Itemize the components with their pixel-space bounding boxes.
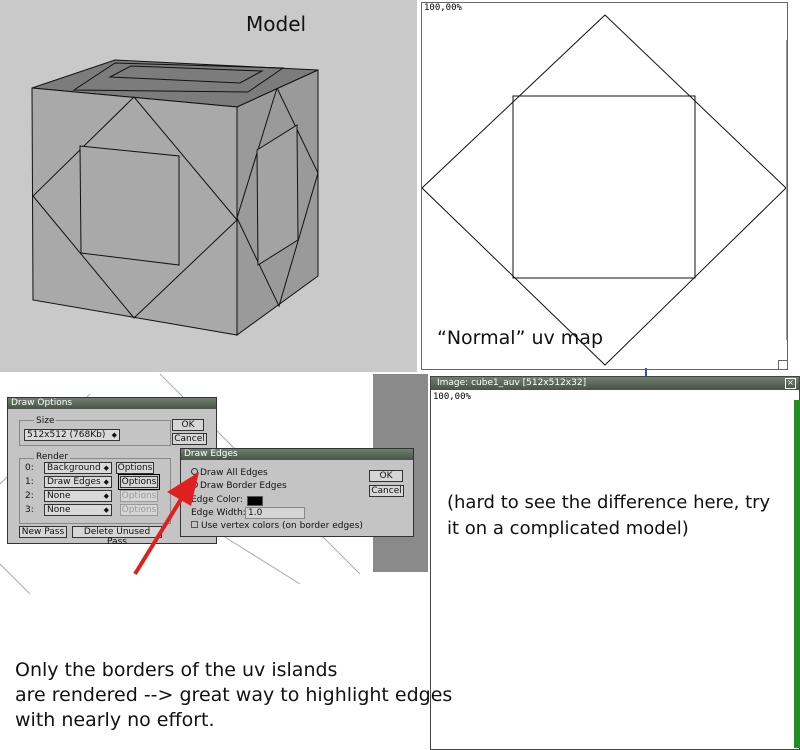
uv-map-viewport[interactable]: 100,00%	[421, 2, 788, 370]
dropdown-arrow-icon: ◆	[103, 478, 109, 486]
pass-index-2: 2:	[25, 491, 34, 501]
window-edge	[786, 40, 800, 340]
bottom-note-line-3: with nearly no effort.	[15, 709, 215, 731]
uv-layout-lines	[422, 14, 787, 366]
uv-map-caption: “Normal” uv map	[437, 327, 604, 349]
pass-3-mode-select[interactable]: None ◆	[44, 504, 112, 516]
model-viewport	[0, 0, 417, 372]
pass-index-0: 0:	[25, 463, 34, 473]
image-window[interactable]: Image: cube1_auv [512x512x32] × 100,00%	[430, 376, 800, 750]
size-select[interactable]: 512x512 (768Kb) ◆	[24, 429, 120, 441]
pass-index-1: 1:	[25, 477, 34, 487]
new-pass-button[interactable]: New Pass	[19, 526, 67, 538]
edge-color-swatch[interactable]	[247, 496, 263, 506]
red-arrow-icon	[133, 472, 199, 576]
edges-cancel-button[interactable]: Cancel	[369, 485, 404, 497]
dropdown-arrow-icon: ◆	[103, 506, 109, 514]
pass-1-mode-select[interactable]: Draw Edges ◆	[44, 476, 112, 488]
options-ok-button[interactable]: OK	[172, 419, 204, 431]
draw-edges-title: Draw Edges	[181, 449, 413, 460]
pass-2-mode-select[interactable]: None ◆	[44, 490, 112, 502]
edges-ok-button[interactable]: OK	[369, 470, 403, 482]
uv-zoom-level: 100,00%	[424, 3, 462, 13]
dropdown-arrow-icon: ◆	[103, 492, 109, 500]
bottom-note-line-2: are rendered --> great way to highlight …	[15, 684, 453, 706]
resize-grip-icon[interactable]	[778, 360, 787, 369]
dropdown-arrow-icon: ◆	[103, 464, 109, 472]
close-icon[interactable]: ×	[785, 378, 796, 389]
image-window-title: Image: cube1_auv [512x512x32]	[431, 377, 799, 390]
image-note: (hard to see the difference here, try it…	[447, 492, 771, 539]
image-zoom-level: 100,00%	[433, 392, 471, 402]
vertex-colors-checkbox[interactable]: Use vertex colors (on border edges)	[191, 521, 363, 531]
pass-0-mode-select[interactable]: Background ◆	[44, 462, 112, 474]
window-edge-marker	[645, 368, 647, 376]
edge-width-input[interactable]: 1.0	[245, 507, 305, 519]
window-edge-green	[794, 400, 800, 748]
pass-index-3: 3:	[25, 505, 34, 515]
render-label: Render	[34, 452, 71, 462]
model-title: Model	[246, 12, 307, 36]
bottom-note: Only the borders of the uv islands are r…	[15, 658, 475, 733]
dropdown-arrow-icon: ◆	[111, 431, 117, 439]
options-cancel-button[interactable]: Cancel	[172, 433, 207, 445]
bottom-note-line-1: Only the borders of the uv islands	[15, 659, 338, 681]
size-label: Size	[34, 416, 57, 426]
draw-edges-dialog: Draw Edges Draw All Edges Draw Border Ed…	[180, 448, 414, 537]
draw-options-title: Draw Options	[8, 398, 216, 409]
cube-model-render	[31, 59, 319, 336]
